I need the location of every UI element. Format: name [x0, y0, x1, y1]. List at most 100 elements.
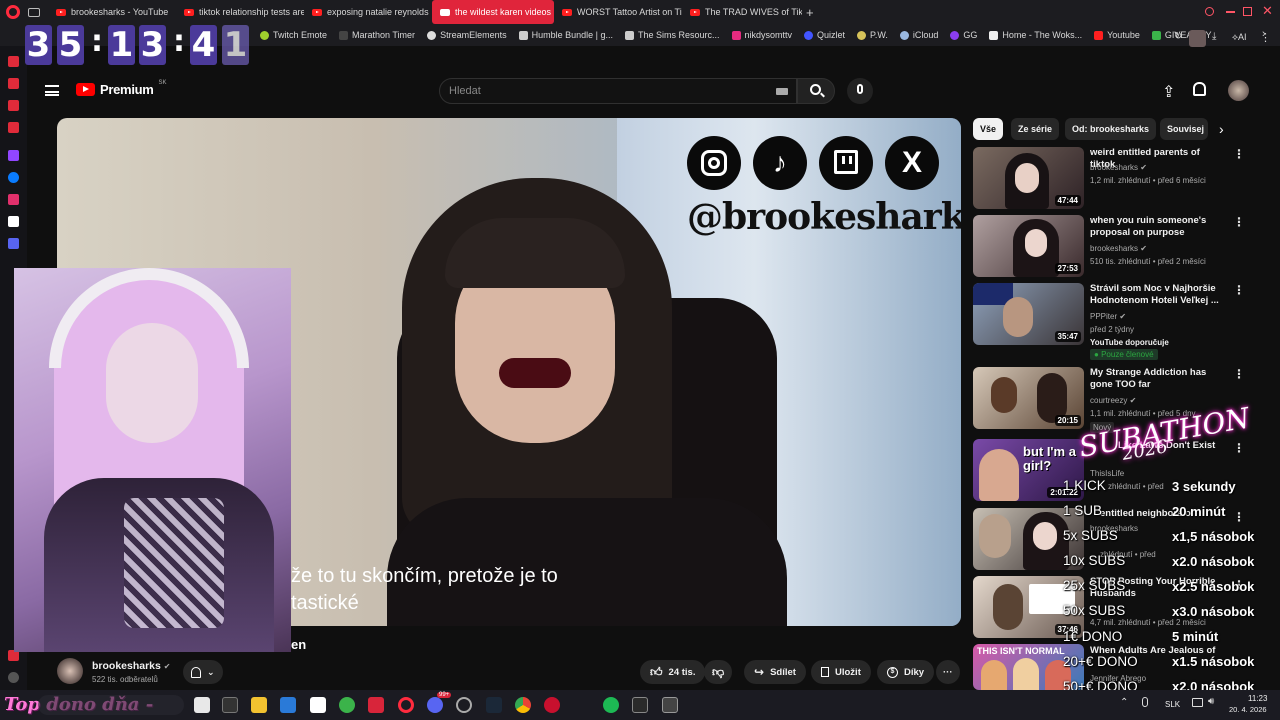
dislike-button[interactable]: 👎︎ [704, 660, 733, 684]
steam-icon[interactable] [486, 697, 502, 713]
sidebar-twitch-icon[interactable] [8, 150, 19, 161]
rec-more-icon[interactable]: ⋮ [1233, 283, 1245, 297]
workspace-icon[interactable] [28, 7, 40, 17]
youtube-logo[interactable]: Premium SK [76, 80, 167, 97]
chip-from-channel[interactable]: Od: brookesharks [1065, 118, 1157, 140]
chip-related[interactable]: Souvisej [1160, 118, 1208, 140]
tray-mic-icon[interactable] [1142, 697, 1148, 707]
sidebar-messenger-blue-icon[interactable] [8, 172, 19, 183]
rec-title[interactable]: My Strange Addiction has gone TOO far [1090, 367, 1226, 391]
calculator-icon[interactable] [662, 697, 678, 713]
rec-more-icon[interactable]: ⋮ [1233, 510, 1245, 524]
thanks-button[interactable]: $ Díky [877, 660, 935, 684]
rec-channel[interactable]: courtreezy ✔ [1090, 395, 1230, 407]
sidebar-mail-icon[interactable] [8, 100, 19, 111]
opera-taskbar-icon[interactable] [398, 697, 414, 713]
bookmark-streamelements[interactable]: StreamElements [421, 30, 513, 40]
hamburger-menu-icon[interactable] [45, 85, 59, 96]
shield-icon[interactable] [544, 697, 560, 713]
ai-button[interactable]: ⟡AI [1232, 32, 1246, 43]
chip-series[interactable]: Ze série [1011, 118, 1060, 140]
avatar[interactable] [1228, 80, 1249, 101]
rec-more-icon[interactable]: ⋮ [1233, 441, 1245, 455]
minimize-icon[interactable] [1226, 11, 1235, 13]
discord-icon[interactable] [427, 697, 443, 713]
rec-channel[interactable]: brookesharks ✔ [1090, 243, 1230, 255]
rec-channel[interactable]: PPPiter ✔ [1090, 311, 1230, 323]
like-button[interactable]: 👍︎ 24 tis. [640, 660, 706, 684]
menu-icon[interactable]: ⋮ [1260, 31, 1271, 44]
channel-name[interactable]: brookesharks ✔ [92, 660, 171, 672]
store-icon[interactable] [280, 697, 296, 713]
rec-title[interactable]: Strávil som Noc v Najhoršie Hodnotenom H… [1090, 283, 1226, 307]
spotify-icon[interactable] [603, 697, 619, 713]
bookmark-quizlet[interactable]: Quizlet [798, 30, 851, 40]
opera-logo-icon[interactable] [6, 5, 20, 19]
bookmark-gg[interactable]: GG [944, 30, 983, 40]
sidebar-instagram-icon[interactable] [8, 194, 19, 205]
voice-search-button[interactable] [847, 78, 873, 104]
sidebar-x-icon[interactable] [8, 216, 19, 227]
rec-thumbnail[interactable]: 47:44 [973, 147, 1084, 209]
tab-trad-wives[interactable]: The TRAD WIVES of TikTo [682, 0, 802, 24]
rec-thumbnail[interactable]: 20:15 [973, 367, 1084, 429]
bookmark-icloud[interactable]: iCloud [894, 30, 945, 40]
bookmark-nikdysomttv[interactable]: nikdysomttv [726, 30, 799, 40]
notepad-icon[interactable] [194, 697, 210, 713]
bookmark-pw[interactable]: P.W. [851, 30, 894, 40]
save-button[interactable]: Uložit [811, 660, 871, 684]
obs-icon[interactable] [222, 697, 238, 713]
share-button[interactable]: ↪ Sdílet [744, 660, 806, 684]
rec-thumbnail[interactable]: 35:47 [973, 283, 1084, 345]
tray-chevron-icon[interactable]: ⌃ [1120, 697, 1128, 708]
profile-thumb-icon[interactable] [1189, 30, 1206, 47]
settings-icon[interactable] [456, 697, 472, 713]
more-actions-button[interactable]: ··· [936, 660, 960, 684]
notifications-icon[interactable] [1193, 82, 1206, 96]
tab-exposing-natalie[interactable]: exposing natalie reynolds [304, 0, 432, 24]
sidebar-discord-icon[interactable] [8, 238, 19, 249]
maximize-icon[interactable] [1243, 7, 1252, 16]
bookmark-twitch-emote[interactable]: Twitch Emote [254, 30, 333, 40]
upload-icon[interactable]: ⇪ [1162, 82, 1175, 102]
sidebar-messenger-icon[interactable] [8, 78, 19, 89]
chips-next-icon[interactable]: › [1219, 121, 1224, 137]
new-tab-button[interactable]: + [806, 5, 814, 20]
tab-tiktok-relationship[interactable]: tiktok relationship tests are [176, 0, 304, 24]
xbox-icon[interactable] [339, 697, 355, 713]
sidebar-more-icon[interactable] [8, 672, 19, 683]
tab-wildest-karen[interactable]: the wildest karen videos i [432, 0, 554, 24]
volume-icon[interactable]: 🔊︎ [1208, 696, 1214, 707]
terminal-icon[interactable] [632, 697, 648, 713]
close-icon[interactable]: ✕ [1262, 3, 1273, 19]
sidebar-box-icon[interactable] [8, 122, 19, 133]
tab-brookesharks[interactable]: brookesharks - YouTube [48, 0, 176, 24]
search-button[interactable] [797, 78, 835, 104]
search-input[interactable]: Hledat [439, 78, 797, 104]
capcut-icon[interactable] [310, 697, 326, 713]
clock-time[interactable]: 11:23 [1248, 694, 1267, 703]
keyboard-icon[interactable] [776, 88, 788, 95]
download-icon[interactable]: ⤓ [1212, 31, 1216, 42]
rec-more-icon[interactable]: ⋮ [1233, 215, 1245, 229]
chrome-icon[interactable] [515, 697, 531, 713]
subscribed-button[interactable]: ⌄ [183, 660, 223, 684]
rec-title[interactable]: when you ruin someone's proposal on purp… [1090, 215, 1226, 239]
bookmark-humble-bundle[interactable]: Humble Bundle | g... [513, 30, 619, 40]
rec-thumbnail[interactable]: 27:53 [973, 215, 1084, 277]
bookmark-youtube[interactable]: Youtube [1088, 30, 1146, 40]
sidebar-home-icon[interactable] [8, 56, 19, 67]
bookmark-woks[interactable]: Home - The Woks... [983, 30, 1088, 40]
search-tabs-icon[interactable] [1205, 7, 1214, 16]
rec-more-icon[interactable]: ⋮ [1233, 367, 1245, 381]
language-indicator[interactable]: SLK [1165, 700, 1180, 709]
tab-worst-tattoo[interactable]: WORST Tattoo Artist on Ti [554, 0, 682, 24]
bookmark-sims-resource[interactable]: The Sims Resourc... [619, 30, 726, 40]
sync-icon[interactable]: ↻ [1174, 31, 1182, 42]
explorer-icon[interactable] [251, 697, 267, 713]
rec-more-icon[interactable]: ⋮ [1233, 147, 1245, 161]
taskbar-search[interactable] [38, 695, 184, 715]
network-icon[interactable] [1192, 698, 1203, 707]
chip-all[interactable]: Vše [973, 118, 1004, 140]
bookmark-marathon-timer[interactable]: Marathon Timer [333, 30, 421, 40]
